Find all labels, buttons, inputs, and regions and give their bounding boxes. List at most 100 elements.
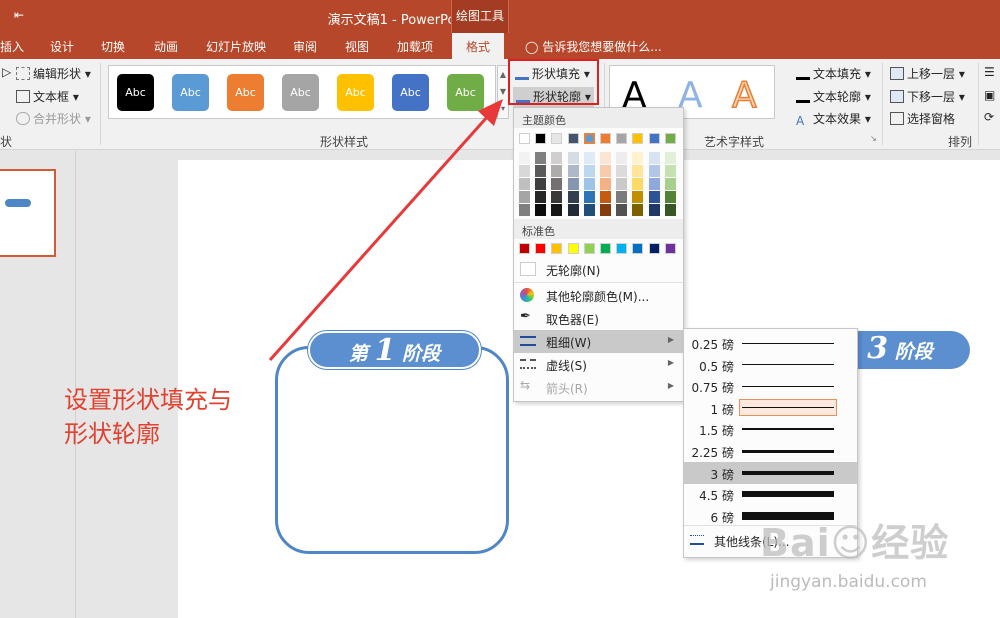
tab-transitions[interactable]: 切换 — [101, 38, 125, 55]
theme-color-swatch[interactable] — [616, 133, 628, 144]
wordart-style-orange[interactable]: A — [731, 74, 757, 117]
theme-shade-swatch[interactable] — [519, 165, 530, 177]
theme-shade-swatch[interactable] — [535, 152, 547, 164]
theme-shade-swatch[interactable] — [567, 152, 579, 164]
line-weight-option[interactable]: 3 磅 — [684, 461, 857, 484]
shape-style-green[interactable]: Abc — [447, 74, 484, 111]
standard-color-swatch[interactable] — [664, 243, 676, 254]
theme-shade-swatch[interactable] — [648, 191, 660, 203]
theme-shade-swatch[interactable] — [535, 191, 547, 203]
shape-gallery-partial[interactable]: ▷ — [2, 65, 11, 79]
theme-shade-swatch[interactable] — [600, 204, 611, 216]
line-weight-option[interactable]: 0.75 磅 — [684, 375, 857, 397]
theme-shade-swatch[interactable] — [519, 191, 530, 203]
theme-shade-swatch[interactable] — [535, 178, 547, 190]
theme-shade-swatch[interactable] — [519, 204, 530, 216]
theme-shade-swatch[interactable] — [567, 178, 579, 190]
theme-shade-swatch[interactable] — [583, 152, 595, 164]
stage-1-box-shape[interactable] — [275, 346, 509, 554]
theme-shade-swatch[interactable] — [648, 165, 660, 177]
theme-shade-swatch[interactable] — [632, 178, 644, 190]
stage-1-title-shape[interactable]: 第 1 阶段 — [308, 331, 481, 369]
shape-style-black[interactable]: Abc — [117, 74, 154, 111]
theme-shade-swatch[interactable] — [648, 204, 660, 216]
standard-color-swatch[interactable] — [600, 243, 611, 254]
shape-style-blue[interactable]: Abc — [172, 74, 209, 111]
theme-shade-swatch[interactable] — [632, 191, 644, 203]
line-weight-option[interactable]: 0.25 磅 — [684, 332, 857, 354]
theme-shade-swatch[interactable] — [664, 178, 676, 190]
theme-shade-swatch[interactable] — [567, 165, 579, 177]
line-weight-option[interactable]: 1 磅 — [684, 397, 857, 419]
standard-color-swatch[interactable] — [583, 243, 595, 254]
more-outline-colors-option[interactable]: 其他轮廓颜色(M)... — [514, 284, 683, 307]
rotate-icon[interactable]: ⟳ — [984, 110, 994, 124]
theme-shade-swatch[interactable] — [664, 191, 676, 203]
theme-shade-swatch[interactable] — [616, 165, 628, 177]
theme-shade-swatch[interactable] — [616, 152, 628, 164]
theme-shade-swatch[interactable] — [664, 152, 676, 164]
align-icon[interactable]: ☰ — [984, 65, 995, 79]
theme-shade-swatch[interactable] — [632, 204, 644, 216]
theme-shade-swatch[interactable] — [648, 152, 660, 164]
text-fill-button[interactable]: 文本填充 ▾ — [796, 65, 871, 82]
text-outline-button[interactable]: 文本轮廓 ▾ — [796, 88, 871, 105]
line-weight-option[interactable]: 2.25 磅 — [684, 440, 857, 462]
theme-shade-swatch[interactable] — [600, 165, 611, 177]
tab-animations[interactable]: 动画 — [154, 38, 178, 55]
theme-shade-swatch[interactable] — [519, 178, 530, 190]
theme-shade-swatch[interactable] — [535, 165, 547, 177]
theme-shade-swatch[interactable] — [632, 165, 644, 177]
theme-shade-swatch[interactable] — [600, 191, 611, 203]
theme-shade-swatch[interactable] — [664, 165, 676, 177]
standard-color-swatch[interactable] — [616, 243, 628, 254]
shape-style-gold[interactable]: Abc — [337, 74, 374, 111]
slide-thumbnail-1[interactable] — [0, 169, 56, 257]
tab-format[interactable]: 格式 — [452, 33, 505, 59]
theme-shade-swatch[interactable] — [551, 191, 563, 203]
theme-color-swatch[interactable] — [567, 133, 579, 144]
text-box-button[interactable]: 文本框 ▾ — [16, 88, 79, 105]
standard-color-swatch[interactable] — [648, 243, 660, 254]
theme-shade-swatch[interactable] — [551, 178, 563, 190]
tab-insert[interactable]: 插入 — [0, 38, 24, 55]
standard-color-swatch[interactable] — [551, 243, 563, 254]
theme-color-swatch[interactable] — [600, 133, 611, 144]
theme-shade-swatch[interactable] — [519, 152, 530, 164]
theme-shade-swatch[interactable] — [551, 204, 563, 216]
shape-style-gray[interactable]: Abc — [282, 74, 319, 111]
theme-shade-swatch[interactable] — [583, 178, 595, 190]
theme-color-swatch[interactable] — [519, 133, 530, 144]
bring-forward-button[interactable]: 上移一层 ▾ — [890, 65, 965, 82]
edit-shape-button[interactable]: 编辑形状 ▾ — [16, 65, 91, 82]
line-weight-option[interactable]: 0.5 磅 — [684, 354, 857, 376]
tell-me-search[interactable]: ◯ 告诉我您想要做什么... — [525, 38, 662, 55]
selection-pane-button[interactable]: 选择窗格 — [890, 110, 955, 127]
theme-shade-swatch[interactable] — [664, 204, 676, 216]
theme-color-swatch[interactable] — [535, 133, 547, 144]
theme-shade-swatch[interactable] — [583, 165, 595, 177]
shape-style-dark-blue[interactable]: Abc — [392, 74, 429, 111]
dialog-launcher-icon[interactable]: ↘ — [870, 134, 877, 143]
theme-shade-swatch[interactable] — [616, 204, 628, 216]
eyedropper-option[interactable]: ✒ 取色器(E) — [514, 307, 683, 330]
weight-option[interactable]: 粗细(W) ▶ — [514, 330, 683, 353]
merge-shapes-button[interactable]: 合并形状 ▾ — [16, 110, 91, 127]
arrows-option[interactable]: ⇆ 箭头(R) ▶ — [514, 376, 683, 399]
standard-color-swatch[interactable] — [632, 243, 644, 254]
no-outline-option[interactable]: 无轮廓(N) — [514, 258, 683, 281]
tab-design[interactable]: 设计 — [50, 38, 74, 55]
theme-shade-swatch[interactable] — [551, 152, 563, 164]
group-icon[interactable]: ▣ — [984, 88, 995, 102]
theme-shade-swatch[interactable] — [632, 152, 644, 164]
theme-shade-swatch[interactable] — [535, 204, 547, 216]
line-weight-option[interactable]: 1.5 磅 — [684, 418, 857, 440]
tab-review[interactable]: 审阅 — [293, 38, 317, 55]
line-weight-option[interactable]: 4.5 磅 — [684, 483, 857, 505]
send-backward-button[interactable]: 下移一层 ▾ — [890, 88, 965, 105]
standard-color-swatch[interactable] — [535, 243, 547, 254]
theme-shade-swatch[interactable] — [567, 191, 579, 203]
tab-slideshow[interactable]: 幻灯片放映 — [206, 38, 266, 55]
theme-color-swatch[interactable] — [664, 133, 676, 144]
theme-shade-swatch[interactable] — [600, 152, 611, 164]
